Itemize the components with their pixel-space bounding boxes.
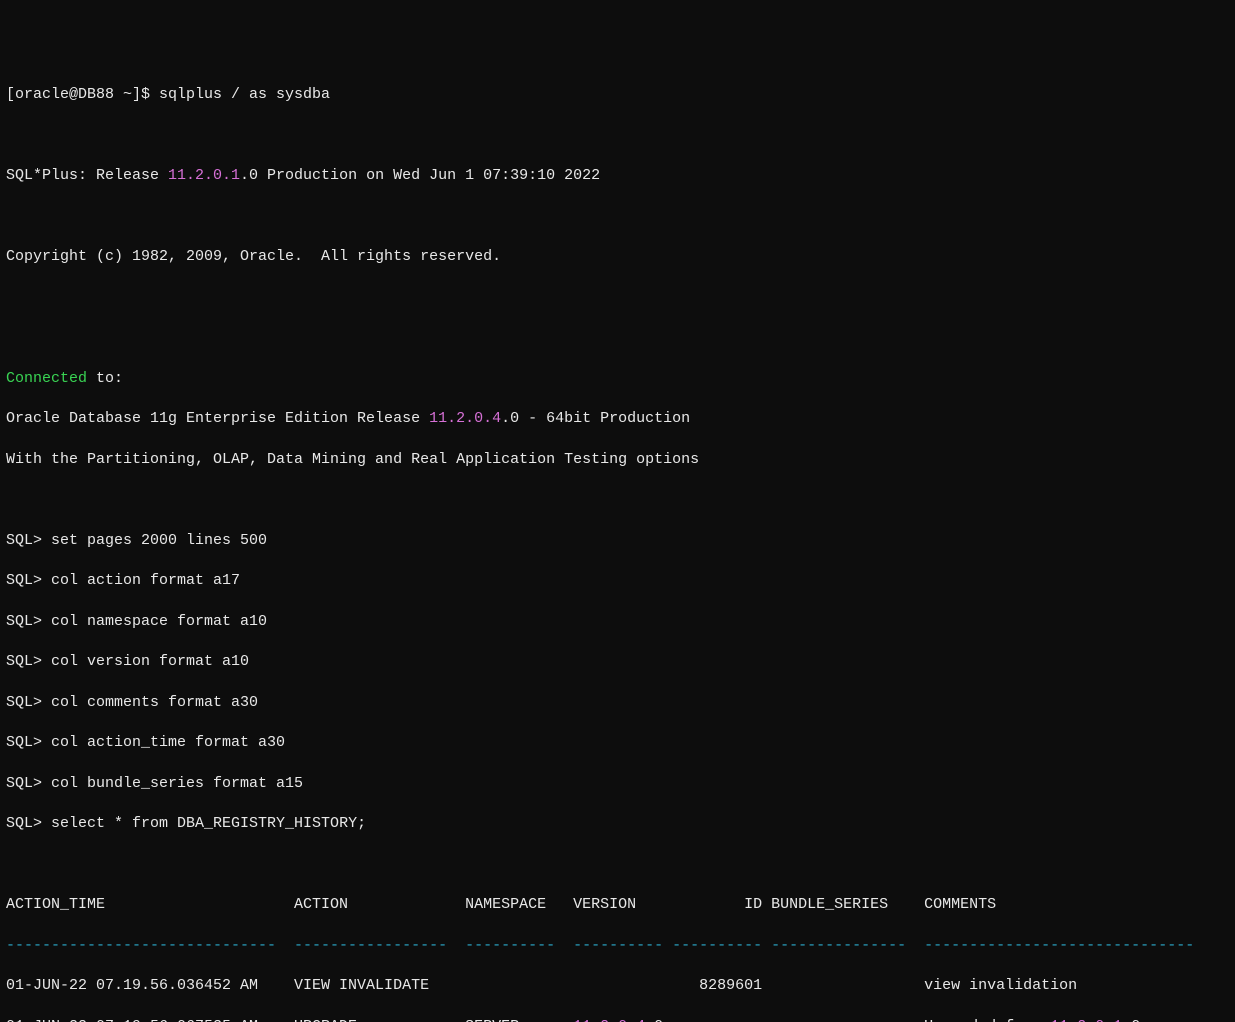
blank — [6, 288, 1229, 308]
connected-line: Connected to: — [6, 369, 1229, 389]
sql-prompt: SQL> — [6, 532, 51, 549]
sql-line: SQL> set pages 2000 lines 500 — [6, 531, 1229, 551]
connected-to: to: — [87, 370, 123, 387]
shell-line: [oracle@DB88 ~]$ sqlplus / as sysdba — [6, 85, 1229, 105]
db1a: Oracle Database 11g Enterprise Edition R… — [6, 410, 429, 427]
table-row: 01-JUN-22 07.19.56.036452 AM VIEW INVALI… — [6, 976, 1229, 996]
blank — [6, 328, 1229, 348]
sql-cmd: col version format a10 — [51, 653, 249, 670]
sql-line: SQL> col action_time format a30 — [6, 733, 1229, 753]
dash-row: ------------------------------ ---------… — [6, 936, 1229, 956]
banner-version: 11.2.0.1 — [168, 167, 240, 184]
banner-prefix: SQL*Plus: Release — [6, 167, 168, 184]
sql-prompt: SQL> — [6, 734, 51, 751]
connected-word: Connected — [6, 370, 87, 387]
banner: SQL*Plus: Release 11.2.0.1.0 Production … — [6, 166, 1229, 186]
sql-prompt: SQL> — [6, 613, 51, 630]
db1ver: 11.2.0.4 — [429, 410, 501, 427]
blank — [6, 207, 1229, 227]
sql-cmd: col bundle_series format a15 — [51, 775, 303, 792]
header-row: ACTION_TIME ACTION NAMESPACE VERSION ID … — [6, 895, 1229, 915]
sql-cmd: col action_time format a30 — [51, 734, 285, 751]
db-line2: With the Partitioning, OLAP, Data Mining… — [6, 450, 1229, 470]
sql-prompt: SQL> — [6, 694, 51, 711]
shell-prompt: [oracle@DB88 ~]$ — [6, 86, 159, 103]
comment-version: 11.2.0.1 — [1050, 1018, 1122, 1022]
sql-prompt: SQL> — [6, 572, 51, 589]
sql-cmd: col namespace format a10 — [51, 613, 267, 630]
sql-prompt: SQL> — [6, 775, 51, 792]
db1b: .0 - 64bit Production — [501, 410, 690, 427]
shell-cmd: sqlplus / as sysdba — [159, 86, 330, 103]
sql-line: SQL> col bundle_series format a15 — [6, 774, 1229, 794]
sql-cmd: col action format a17 — [51, 572, 240, 589]
sql-line: SQL> col comments format a30 — [6, 693, 1229, 713]
db-line1: Oracle Database 11g Enterprise Edition R… — [6, 409, 1229, 429]
banner-suffix: .0 Production on Wed Jun 1 07:39:10 2022 — [240, 167, 600, 184]
blank — [6, 126, 1229, 146]
sql-line: SQL> col namespace format a10 — [6, 612, 1229, 632]
sql-line: SQL> col action format a17 — [6, 571, 1229, 591]
sql-cmd: select * from DBA_REGISTRY_HISTORY; — [51, 815, 366, 832]
sql-prompt: SQL> — [6, 815, 51, 832]
sql-prompt: SQL> — [6, 653, 51, 670]
blank — [6, 490, 1229, 510]
sql-cmd: col comments format a30 — [51, 694, 258, 711]
version-value: 11.2.0.4 — [573, 1018, 645, 1022]
sql-cmd: set pages 2000 lines 500 — [51, 532, 267, 549]
sql-line: SQL> col version format a10 — [6, 652, 1229, 672]
table-row: 01-JUN-22 07.19.56.067535 AM UPGRADE SER… — [6, 1017, 1229, 1022]
copyright: Copyright (c) 1982, 2009, Oracle. All ri… — [6, 247, 1229, 267]
sql-line: SQL> select * from DBA_REGISTRY_HISTORY; — [6, 814, 1229, 834]
blank — [6, 855, 1229, 875]
